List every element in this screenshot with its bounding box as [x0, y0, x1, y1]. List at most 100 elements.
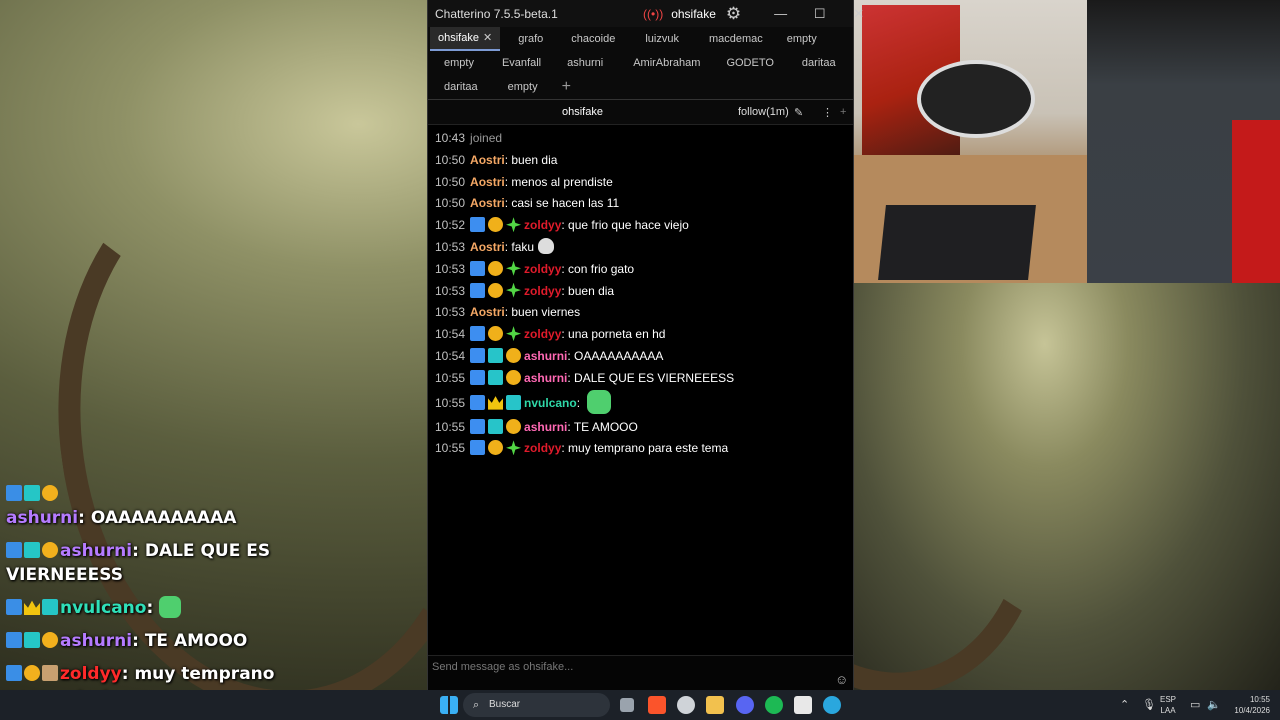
tab-godeto[interactable]: GODETO	[714, 51, 787, 75]
tab-luizvuk[interactable]: luizvuk	[629, 27, 693, 51]
frog-emote-icon	[159, 596, 182, 618]
message-input[interactable]: Send message as ohsifake... ☺	[428, 655, 853, 691]
brave-browser-icon[interactable]	[648, 696, 666, 714]
coin-badge-icon[interactable]	[488, 440, 504, 456]
tab-bar: ohsifake ✕ grafo chacoide luizvuk macdema…	[428, 27, 853, 99]
sword-badge-icon[interactable]	[470, 440, 486, 456]
tab-amirabraham[interactable]: AmirAbraham	[617, 51, 714, 75]
tab-ashurni[interactable]: ashurni	[555, 51, 617, 75]
task-view-icon[interactable]	[620, 698, 634, 712]
network-icon[interactable]: ▭	[1190, 698, 1200, 711]
webcam-feed	[852, 0, 1280, 283]
coin-badge-icon[interactable]	[506, 369, 522, 385]
cat-emote-icon[interactable]	[538, 237, 555, 254]
pencil-icon[interactable]: ✎	[794, 106, 803, 119]
sword-badge-icon[interactable]	[470, 326, 486, 342]
microphone-icon[interactable]: 🎙	[1142, 698, 1156, 711]
coin-badge-icon[interactable]	[488, 217, 504, 233]
title-bar[interactable]: Chatterino 7.5.5-beta.1 ((•)) ohsifake ⚙…	[428, 0, 864, 27]
frog-emote-icon[interactable]	[587, 389, 612, 414]
star-badge-icon[interactable]	[506, 440, 522, 456]
tab-label: ohsifake	[438, 32, 479, 44]
discord-icon[interactable]	[736, 696, 754, 714]
message-list[interactable]: 10:43 joined 10:50 Aostri: buen dia 10:50 A…	[428, 125, 853, 460]
sword-badge-icon[interactable]	[470, 394, 486, 410]
star-badge-icon[interactable]	[506, 260, 522, 276]
spotify-icon[interactable]	[765, 696, 783, 714]
sword-badge-icon[interactable]	[470, 369, 486, 385]
message-text: muy temprano para este tema	[568, 441, 729, 456]
minimize-button[interactable]: —	[761, 6, 800, 21]
taskbar-search[interactable]: ⌕ Buscar	[463, 693, 610, 717]
sword-badge-icon[interactable]	[470, 260, 486, 276]
sword-badge-icon[interactable]	[470, 347, 486, 363]
star-badge-icon[interactable]	[506, 282, 522, 298]
file-explorer-icon[interactable]	[706, 696, 724, 714]
chatterino-icon[interactable]	[823, 696, 841, 714]
star-badge-icon[interactable]	[506, 326, 522, 342]
tab-empty[interactable]: empty	[430, 51, 488, 75]
show-hidden-icons-icon[interactable]: ⌃	[1120, 698, 1129, 711]
tab-chacoide[interactable]: chacoide	[557, 27, 629, 51]
gg-badge-icon[interactable]	[488, 418, 504, 434]
close-tab-icon[interactable]: ✕	[483, 32, 492, 44]
gg-badge-icon[interactable]	[488, 369, 504, 385]
tab-macdemac[interactable]: macdemac	[693, 27, 777, 51]
coin-badge-icon[interactable]	[488, 260, 504, 276]
tab-ohsifake[interactable]: ohsifake ✕	[430, 27, 501, 51]
sword-badge-icon[interactable]	[470, 282, 486, 298]
gg-badge-icon[interactable]	[488, 347, 504, 363]
username[interactable]: Aostri	[470, 175, 505, 189]
crown-badge-icon	[24, 600, 40, 615]
username[interactable]: ashurni	[524, 420, 567, 434]
sword-badge-icon[interactable]	[470, 217, 486, 233]
volume-icon[interactable]: 🔈	[1207, 698, 1221, 711]
clock[interactable]: 10:55 10/4/2026	[1226, 694, 1270, 716]
tab-daritaa[interactable]: daritaa	[430, 75, 492, 99]
account-switcher[interactable]: ohsifake	[671, 7, 716, 21]
sword-badge-icon[interactable]	[470, 418, 486, 434]
chat-message: 10:50 Aostri: casi se hacen las 11	[435, 196, 620, 211]
sword-badge-icon	[6, 599, 22, 615]
coin-badge-icon[interactable]	[506, 347, 522, 363]
username[interactable]: Aostri	[470, 153, 505, 167]
emoji-picker-icon[interactable]: ☺	[835, 672, 848, 687]
language-indicator[interactable]: ESP LAA	[1160, 694, 1176, 716]
follow-mode-indicator[interactable]: follow(1m)	[738, 106, 789, 118]
tab-empty[interactable]: empty	[777, 27, 831, 51]
tab-evanfall[interactable]: Evanfall	[488, 51, 555, 75]
coin-badge-icon[interactable]	[506, 418, 522, 434]
username[interactable]: nvulcano	[524, 396, 577, 410]
timestamp: 10:54	[435, 348, 466, 363]
tab-daritaa[interactable]: daritaa	[788, 51, 850, 75]
channel-name[interactable]: ohsifake	[562, 106, 603, 118]
star-badge-icon[interactable]	[506, 217, 522, 233]
tab-empty[interactable]: empty	[492, 75, 552, 99]
coin-badge-icon[interactable]	[488, 282, 504, 298]
windows-start-icon[interactable]	[440, 696, 458, 714]
username[interactable]: Aostri	[470, 305, 505, 319]
obs-icon[interactable]	[794, 696, 812, 714]
username[interactable]: zoldyy	[524, 262, 561, 276]
tab-grafo[interactable]: grafo	[500, 27, 557, 51]
maximize-button[interactable]: ☐	[800, 6, 839, 22]
username[interactable]: zoldyy	[524, 327, 561, 341]
username[interactable]: ashurni	[524, 349, 567, 363]
coin-badge-icon[interactable]	[488, 326, 504, 342]
close-button[interactable]: ✕	[839, 6, 878, 22]
add-split-button[interactable]: +	[840, 106, 846, 118]
username[interactable]: zoldyy	[524, 284, 561, 298]
username[interactable]: zoldyy	[524, 441, 561, 455]
settings-gear-icon[interactable]: ⚙	[726, 4, 741, 24]
live-indicator-icon[interactable]: ((•))	[643, 7, 663, 21]
timestamp: 10:55	[435, 395, 466, 410]
chrome-icon[interactable]	[677, 696, 695, 714]
username[interactable]: Aostri	[470, 196, 505, 210]
crown-badge-icon[interactable]	[488, 396, 504, 410]
username[interactable]: Aostri	[470, 240, 505, 254]
username[interactable]: zoldyy	[524, 218, 561, 232]
add-tab-button[interactable]: +	[552, 78, 581, 96]
menu-icon[interactable]: ⋮	[822, 106, 833, 119]
username[interactable]: ashurni	[524, 371, 567, 385]
gg-badge-icon[interactable]	[506, 394, 522, 410]
